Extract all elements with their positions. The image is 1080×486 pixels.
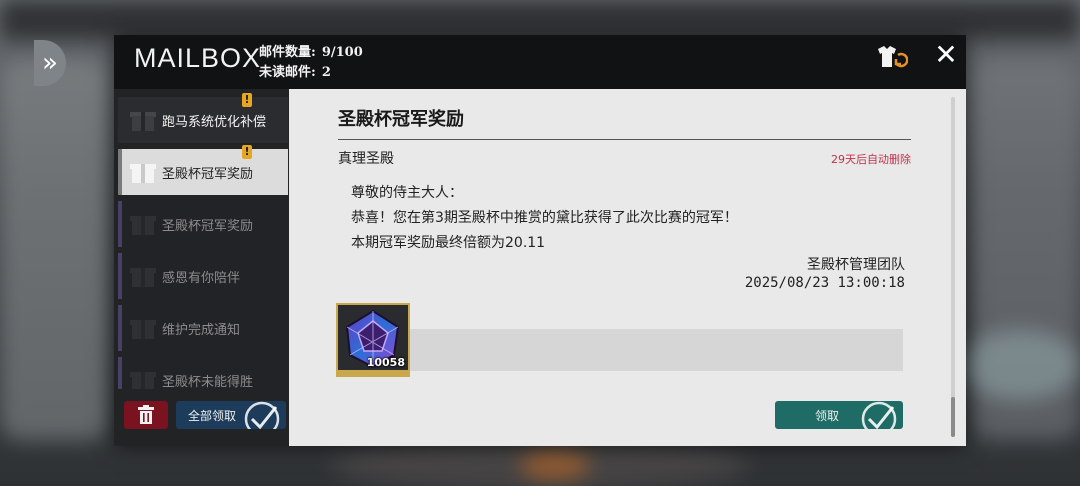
mail-list-item-label: 圣殿杯冠军奖励 (162, 167, 254, 182)
expire-notice: 29天后自动删除 (831, 153, 911, 166)
claim-label: 领取 (815, 409, 840, 423)
mail-list-item[interactable]: 跑马系统优化补偿 ! (118, 93, 288, 143)
claim-button[interactable]: 领取 (775, 401, 903, 429)
claim-all-label: 全部领取 (188, 409, 237, 423)
unread-count-value: 2 (321, 65, 331, 80)
attachment-quantity: 10058 (366, 356, 405, 369)
mail-signature-block: 圣殿杯管理团队 2025/08/23 13:00:18 (745, 256, 905, 292)
mail-detail: 圣殿杯冠军奖励 真理圣殿 29天后自动删除 尊敬的侍主大人： 恭喜！您在第3期圣… (289, 89, 966, 446)
outfit-swap-icon[interactable] (874, 43, 908, 71)
gift-icon (130, 213, 156, 235)
mail-date: 2025/08/23 13:00:18 (744, 275, 905, 291)
mail-body-line: 本期冠军奖励最终倍额为20.11 (351, 235, 546, 251)
mail-signature: 圣殿杯管理团队 (807, 257, 905, 273)
mail-body: 尊敬的侍主大人： 恭喜！您在第3期圣殿杯中推赏的黛比获得了此次比赛的冠军！ 本期… (351, 181, 738, 256)
gift-icon (130, 109, 156, 131)
mailbox-header: MAILBOX 邮件数量: 9/100 未读邮件: 2 ✕ (114, 35, 966, 89)
mail-list-item-selected[interactable]: 圣殿杯冠军奖励 ! (118, 145, 288, 195)
rarity-bar (338, 370, 408, 375)
scrollbar[interactable] (951, 97, 955, 437)
mail-list-item-label: 圣殿杯冠军奖励 (162, 219, 254, 234)
mail-list: 跑马系统优化补偿 ! 圣殿杯冠军奖励 ! 圣殿杯冠军奖励 感恩有你陪伴 维护完成… (114, 89, 290, 389)
mail-list-actions: 全部领取 (114, 389, 290, 446)
mail-count-value: 9/100 (321, 45, 363, 60)
mail-list-item[interactable]: 圣殿杯未能得胜 (118, 357, 288, 389)
mail-stats: 邮件数量: 9/100 未读邮件: 2 (259, 43, 363, 83)
mail-list-item-label: 维护完成通知 (162, 323, 241, 338)
gift-icon (130, 161, 156, 183)
mail-body-line: 尊敬的侍主大人： (351, 185, 463, 201)
mail-subject: 圣殿杯冠军奖励 (338, 109, 464, 130)
attachment-strip (409, 329, 903, 371)
divider (338, 139, 911, 140)
close-icon[interactable]: ✕ (932, 41, 960, 69)
trash-icon (138, 405, 154, 424)
check-icon (244, 401, 280, 429)
mail-list-item[interactable]: 圣殿杯冠军奖励 (118, 201, 288, 247)
delete-button[interactable] (124, 401, 168, 429)
gift-icon (130, 265, 156, 287)
mail-list-item-label: 感恩有你陪伴 (162, 271, 241, 286)
check-icon (861, 401, 897, 429)
unread-count-label: 未读邮件: (259, 65, 316, 80)
mailbox-window: MAILBOX 邮件数量: 9/100 未读邮件: 2 ✕ 跑马系统优化补偿 ! 圣… (114, 35, 966, 446)
attachment-item[interactable]: 10058 (336, 303, 410, 377)
gift-icon (130, 317, 156, 339)
mailbox-title: MAILBOX (134, 43, 262, 73)
scrollbar-thumb[interactable] (951, 397, 955, 437)
unread-badge: ! (242, 145, 252, 159)
mail-count-label: 邮件数量: (259, 45, 316, 60)
mail-list-item[interactable]: 维护完成通知 (118, 305, 288, 351)
claim-all-button[interactable]: 全部领取 (176, 401, 286, 429)
mail-sender: 真理圣殿 (338, 151, 394, 167)
mail-list-item-label: 圣殿杯未能得胜 (162, 375, 254, 389)
mail-list-item[interactable]: 感恩有你陪伴 (118, 253, 288, 299)
unread-badge: ! (242, 93, 252, 107)
gift-icon (130, 369, 156, 389)
mail-list-item-label: 跑马系统优化补偿 (162, 115, 267, 130)
mail-body-line: 恭喜！您在第3期圣殿杯中推赏的黛比获得了此次比赛的冠军！ (351, 210, 738, 226)
